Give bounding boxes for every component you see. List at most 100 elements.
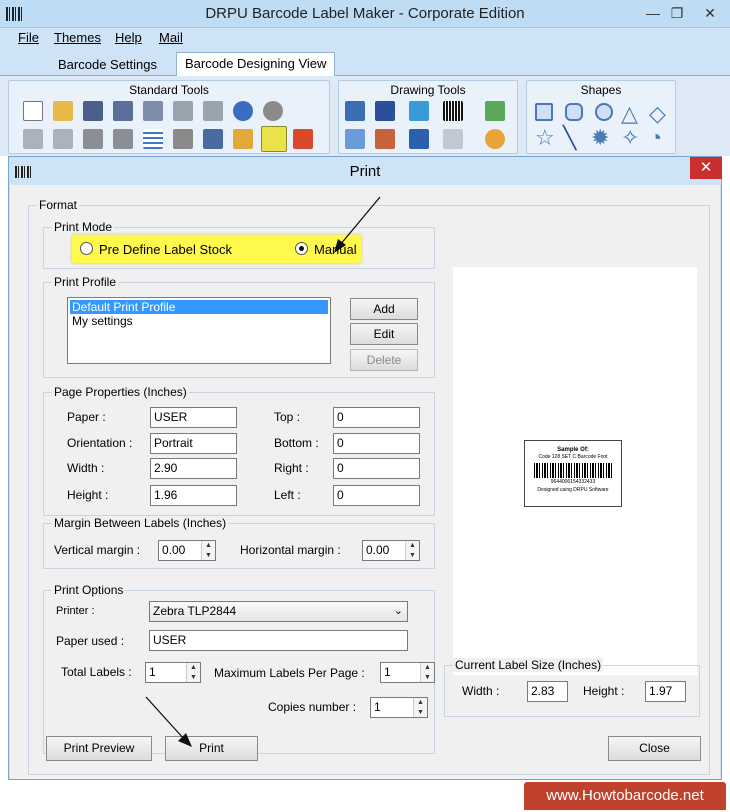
four-point-star-icon[interactable]: ✧ xyxy=(621,125,639,151)
delete-icon[interactable] xyxy=(203,101,223,121)
rectangle-icon[interactable] xyxy=(535,103,553,121)
triangle-icon[interactable]: △ xyxy=(621,101,638,127)
menu-help[interactable]: Help xyxy=(115,30,142,45)
menu-bar: File Themes Help Mail xyxy=(0,28,730,50)
copies-number-spinner[interactable]: ▲ ▼ xyxy=(413,698,427,717)
delete-profile-button[interactable]: Delete xyxy=(350,349,418,371)
list-item-default-print-profile[interactable]: Default Print Profile xyxy=(70,300,328,314)
rounded-rect-icon[interactable] xyxy=(565,103,583,121)
copies-number-input[interactable]: 1 ▲ ▼ xyxy=(370,697,428,718)
list-item-my-settings[interactable]: My settings xyxy=(70,314,133,328)
print-profile-list[interactable]: Default Print Profile My settings xyxy=(67,297,331,364)
menu-file[interactable]: File xyxy=(18,30,39,45)
star-icon[interactable]: ☆ xyxy=(535,125,555,151)
export-icon[interactable] xyxy=(143,101,163,121)
undo-icon[interactable] xyxy=(233,101,253,121)
save-icon[interactable] xyxy=(83,101,103,121)
shape-icon[interactable] xyxy=(345,129,365,149)
paper-used-label: Paper used : xyxy=(56,634,125,648)
right-field[interactable]: 0 xyxy=(333,458,420,479)
close-window-icon[interactable]: ✕ xyxy=(694,2,726,24)
vertical-margin-input[interactable]: 0.00 ▲ ▼ xyxy=(158,540,216,561)
printer-select[interactable]: Zebra TLP2844 ⌄ xyxy=(149,601,408,622)
label-height-field[interactable]: 1.97 xyxy=(645,681,686,702)
image-export-icon[interactable] xyxy=(203,129,223,149)
frame-icon[interactable] xyxy=(443,129,463,149)
barcode-icon[interactable] xyxy=(443,101,463,121)
close-button[interactable]: Close xyxy=(608,736,701,761)
cut-icon[interactable] xyxy=(173,101,193,121)
mail-icon[interactable] xyxy=(233,129,253,149)
ellipse-icon[interactable] xyxy=(595,103,613,121)
horizontal-margin-spinner[interactable]: ▲ ▼ xyxy=(405,541,419,560)
tab-barcode-settings[interactable]: Barcode Settings xyxy=(50,54,165,76)
width-field[interactable]: 2.90 xyxy=(150,458,237,479)
add-profile-button[interactable]: Add xyxy=(350,298,418,320)
lock-icon[interactable] xyxy=(83,129,103,149)
diamond-icon[interactable]: ◇ xyxy=(649,101,666,127)
drawing-tools-group: Drawing Tools xyxy=(338,80,518,154)
horizontal-margin-input[interactable]: 0.00 ▲ ▼ xyxy=(362,540,420,561)
chart-icon[interactable] xyxy=(485,129,505,149)
maximize-icon[interactable]: ❐ xyxy=(664,2,690,24)
dialog-close-icon[interactable]: ✕ xyxy=(690,157,722,179)
vertical-margin-label: Vertical margin : xyxy=(54,543,141,557)
dialog-body: Format Print Mode Pre Define Label Stock… xyxy=(10,185,720,800)
menu-mail[interactable]: Mail xyxy=(159,30,183,45)
exit-icon[interactable] xyxy=(293,129,313,149)
minimize-icon[interactable]: — xyxy=(640,2,666,24)
title-bar: DRPU Barcode Label Maker - Corporate Edi… xyxy=(0,0,730,28)
brand-watermark: www.Howtobarcode.net xyxy=(524,782,726,810)
predefine-label-stock-label: Pre Define Label Stock xyxy=(99,242,232,257)
arc-icon[interactable]: ◔ xyxy=(649,125,662,151)
max-labels-per-page-value: 1 xyxy=(384,665,391,679)
grid-icon[interactable] xyxy=(143,129,163,149)
line-icon[interactable]: ╲ xyxy=(563,125,576,151)
tab-barcode-designing-view[interactable]: Barcode Designing View xyxy=(176,52,336,77)
label-width-label: Width : xyxy=(462,684,500,698)
radio-predefine-label-stock[interactable] xyxy=(80,242,93,255)
height-field[interactable]: 1.96 xyxy=(150,485,237,506)
shapes-group: Shapes △ ◇ ☆ ╲ ✹ ✧ ◔ xyxy=(526,80,676,154)
redo-icon[interactable] xyxy=(263,101,283,121)
pen-icon[interactable] xyxy=(375,101,395,121)
shapes-title: Shapes xyxy=(580,83,622,97)
print-options-legend: Print Options xyxy=(52,583,126,597)
print-dialog: Print ✕ Format Print Mode Pre Define Lab… xyxy=(8,156,722,800)
open-icon[interactable] xyxy=(53,101,73,121)
page-properties-legend: Page Properties (Inches) xyxy=(52,385,189,399)
save-as-icon[interactable] xyxy=(113,101,133,121)
label-width-field[interactable]: 2.83 xyxy=(527,681,568,702)
top-field[interactable]: 0 xyxy=(333,407,420,428)
drawing-tools-title: Drawing Tools xyxy=(390,83,466,97)
database-icon[interactable] xyxy=(173,129,193,149)
max-labels-per-page-input[interactable]: 1 ▲ ▼ xyxy=(380,662,435,683)
menu-themes[interactable]: Themes xyxy=(54,30,101,45)
unlock-icon[interactable] xyxy=(113,129,133,149)
paper-field[interactable]: USER xyxy=(150,407,237,428)
left-field[interactable]: 0 xyxy=(333,485,420,506)
print-preview-button[interactable]: Print Preview xyxy=(46,736,152,761)
paste-icon[interactable] xyxy=(53,129,73,149)
barcode-icon-sample xyxy=(534,463,612,478)
copy-icon[interactable] xyxy=(23,129,43,149)
dialog-title: Print xyxy=(349,163,381,180)
print-icon[interactable] xyxy=(261,126,287,152)
text-icon[interactable] xyxy=(345,101,365,121)
vertical-margin-spinner[interactable]: ▲ ▼ xyxy=(201,541,215,560)
image-icon[interactable] xyxy=(485,101,505,121)
paper-used-field[interactable]: USER xyxy=(149,630,408,651)
burst-icon[interactable]: ✹ xyxy=(591,125,609,151)
picture-icon[interactable] xyxy=(409,101,429,121)
new-icon[interactable] xyxy=(23,101,43,121)
radio-manual[interactable] xyxy=(295,242,308,255)
annotation-arrow-manual xyxy=(334,196,381,253)
total-labels-input[interactable]: 1 ▲ ▼ xyxy=(145,662,201,683)
edit-profile-button[interactable]: Edit xyxy=(350,323,418,345)
library-icon[interactable] xyxy=(375,129,395,149)
word-art-icon[interactable] xyxy=(409,129,429,149)
bottom-field[interactable]: 0 xyxy=(333,433,420,454)
max-labels-per-page-spinner[interactable]: ▲ ▼ xyxy=(420,663,434,682)
orientation-field[interactable]: Portrait xyxy=(150,433,237,454)
total-labels-spinner[interactable]: ▲ ▼ xyxy=(186,663,200,682)
